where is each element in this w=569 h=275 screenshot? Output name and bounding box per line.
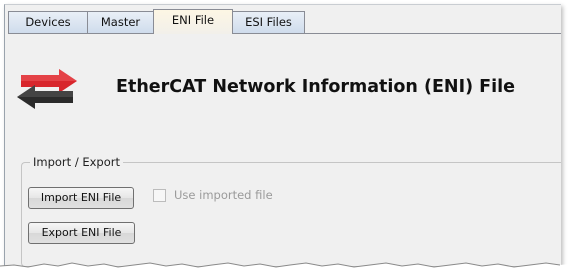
use-imported-file-checkbox[interactable] bbox=[153, 189, 166, 202]
tab-bar-baseline bbox=[8, 33, 561, 34]
tab-bar: Devices Master ENI File ESI Files bbox=[8, 9, 561, 34]
import-eni-file-button[interactable]: Import ENI File bbox=[28, 187, 134, 209]
tab-master[interactable]: Master bbox=[87, 11, 154, 33]
eni-file-panel: Devices Master ENI File ESI Files EtherC… bbox=[4, 4, 561, 267]
tab-devices[interactable]: Devices bbox=[8, 11, 88, 33]
use-imported-file-label: Use imported file bbox=[174, 188, 273, 202]
page-title: EtherCAT Network Information (ENI) File bbox=[116, 77, 516, 97]
header: EtherCAT Network Information (ENI) File bbox=[15, 65, 555, 113]
import-export-group: Import / Export bbox=[21, 155, 561, 267]
tab-esi-files[interactable]: ESI Files bbox=[232, 11, 305, 33]
ethercat-arrows-icon bbox=[17, 69, 77, 109]
tab-eni-file[interactable]: ENI File bbox=[153, 9, 233, 34]
torn-edge bbox=[0, 262, 569, 275]
export-eni-file-button[interactable]: Export ENI File bbox=[28, 222, 135, 244]
group-legend: Import / Export bbox=[30, 155, 123, 169]
